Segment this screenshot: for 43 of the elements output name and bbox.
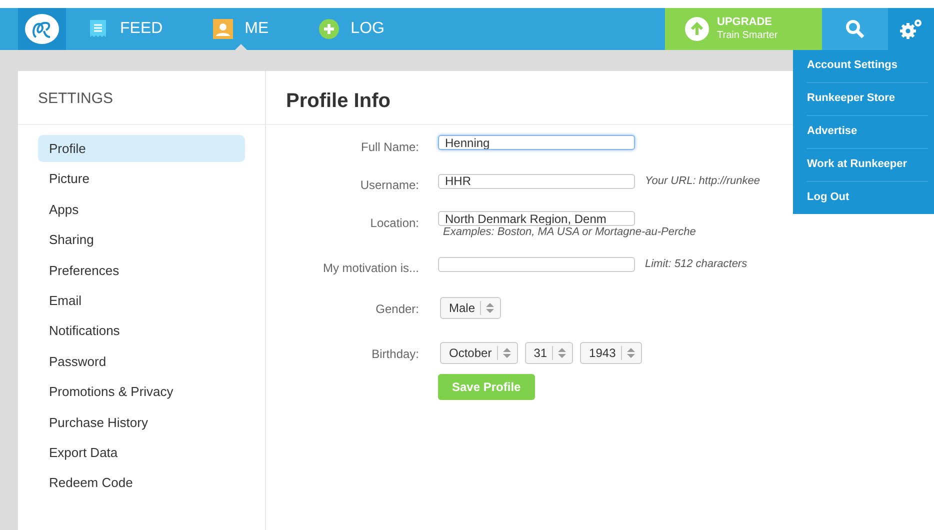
select-field[interactable]: 31 (524, 342, 574, 364)
field-hint: Examples: Boston, MA USA or Mortagne-au-Perche (442, 226, 696, 238)
sidebar-item[interactable]: Picture (38, 165, 245, 192)
input-field[interactable] (438, 256, 635, 272)
sidebar-item[interactable]: Purchase History (38, 408, 245, 436)
logo[interactable] (18, 8, 66, 50)
settings-button[interactable] (888, 8, 934, 50)
sidebar-item[interactable]: Export Data (38, 438, 245, 466)
plus-icon (318, 19, 339, 39)
sidebar-item[interactable]: Password (38, 348, 245, 375)
gear-icon (899, 18, 923, 40)
person-icon (212, 19, 233, 39)
document-icon (88, 19, 108, 39)
sidebar-title: SETTINGS (18, 71, 265, 125)
sidebar-item[interactable]: Promotions & Privacy (38, 378, 245, 406)
field-label: Full Name: (360, 139, 420, 156)
search-icon (845, 19, 865, 39)
input-field[interactable]: Henning (438, 135, 635, 150)
input-field[interactable]: HHR (438, 174, 635, 189)
field-label: My motivation is... (322, 260, 420, 277)
up-down-arrows-icon (558, 347, 566, 359)
select-field[interactable]: Male (440, 297, 502, 319)
sidebar-item[interactable]: Sharing (38, 226, 245, 254)
search-button[interactable] (822, 8, 888, 50)
sidebar-item[interactable]: Profile (38, 135, 245, 162)
arrow-up-icon (685, 17, 709, 41)
up-down-arrows-icon (626, 347, 635, 359)
input-field[interactable]: North Denmark Region, Denm (438, 211, 635, 226)
sidebar-item[interactable]: Apps (38, 196, 245, 223)
sidebar-item[interactable]: Redeem Code (38, 469, 245, 496)
up-down-arrows-icon (486, 302, 494, 314)
field-label: Gender: (374, 301, 420, 318)
field-label: Location: (369, 215, 420, 232)
sidebar-item[interactable]: Notifications (38, 317, 245, 344)
field-label: Username: (359, 177, 420, 194)
select-field[interactable]: 1943 (580, 342, 642, 364)
sidebar-item[interactable]: Email (38, 286, 245, 314)
up-down-arrows-icon (502, 347, 511, 359)
field-note: Your URL: http://runkee (645, 174, 760, 189)
select-field[interactable]: October (440, 342, 518, 364)
field-note: Limit: 512 characters (645, 257, 748, 272)
sidebar-item[interactable]: Preferences (38, 256, 245, 284)
field-label: Birthday: (370, 346, 420, 363)
